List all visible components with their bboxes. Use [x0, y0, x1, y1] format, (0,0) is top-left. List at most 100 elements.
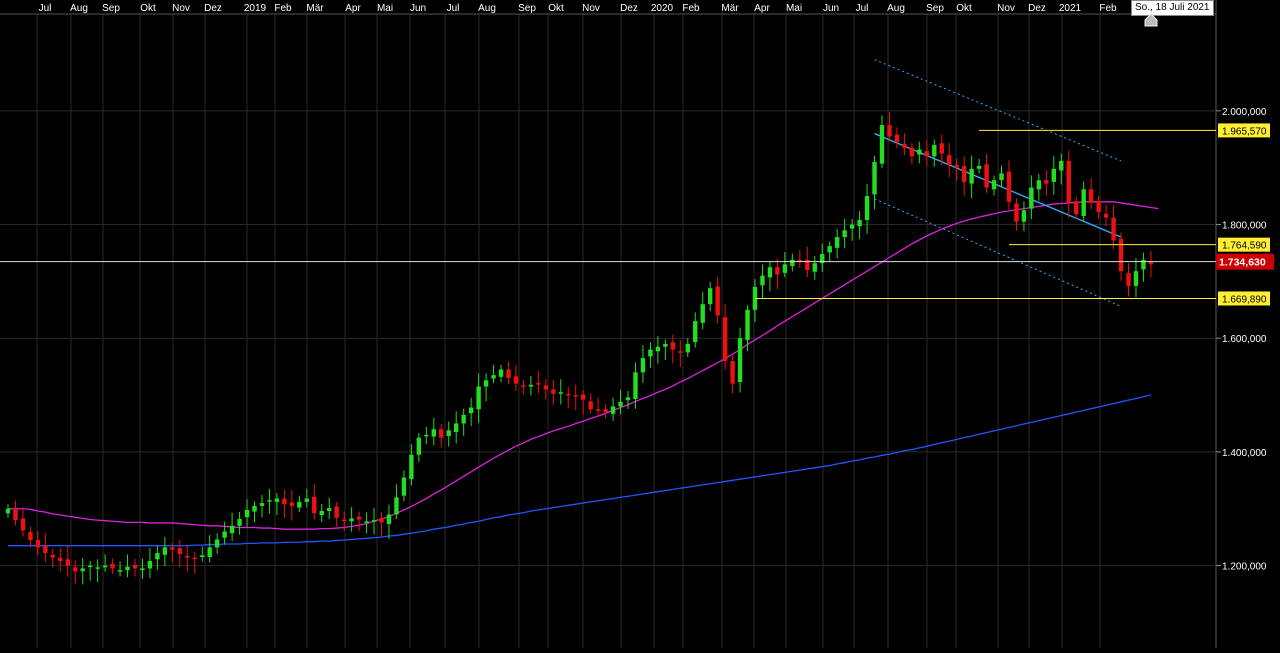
- candle-up: [633, 372, 638, 400]
- candle-down: [185, 555, 190, 558]
- x-tick-label: Feb: [1099, 3, 1117, 14]
- candle-down: [1126, 272, 1131, 286]
- x-tick-label: Sep: [102, 3, 120, 14]
- x-tick-label: Nov: [997, 3, 1015, 14]
- candle-up: [1059, 160, 1064, 171]
- x-tick-label: 2019: [244, 3, 267, 14]
- candle-up: [327, 508, 332, 512]
- candle-down: [984, 164, 989, 188]
- candle-up: [102, 565, 108, 568]
- home-icon[interactable]: [1144, 13, 1158, 27]
- y-tick-label: 2.000,000: [1222, 107, 1267, 118]
- candle-up: [424, 434, 429, 437]
- candle-up: [917, 149, 922, 155]
- x-tick-label: Okt: [548, 3, 564, 14]
- candle-up: [782, 264, 788, 273]
- candle-up: [610, 406, 616, 414]
- candle-up: [155, 553, 160, 560]
- candlestick-chart[interactable]: Jul Aug Sep Okt Nov Dez 2019 Feb Mär Apr Mai Jun Jul…: [0, 0, 1280, 648]
- candle-up: [991, 180, 997, 190]
- candle-up: [745, 309, 750, 340]
- candle-down: [1111, 217, 1116, 241]
- candle-up: [229, 525, 235, 534]
- candle-up: [655, 346, 661, 352]
- candle-up: [969, 168, 974, 184]
- candle-up: [5, 508, 11, 514]
- candle-down: [722, 317, 728, 361]
- x-tick-label: Jul: [856, 3, 869, 14]
- candle-down: [379, 518, 384, 523]
- candle-up: [214, 539, 220, 548]
- candle-down: [20, 518, 26, 531]
- x-tick-label: Nov: [582, 3, 600, 14]
- candle-down: [961, 165, 967, 182]
- candle-up: [244, 509, 250, 518]
- candle-up: [87, 565, 93, 568]
- candle-up: [834, 237, 840, 248]
- candle-up: [364, 521, 369, 523]
- candle-up: [409, 454, 414, 480]
- candle-up: [760, 275, 765, 286]
- candle-down: [1074, 201, 1079, 215]
- chart-canvas: Jul Aug Sep Okt Nov Dez 2019 Feb Mär Apr Mai Jun Jul…: [0, 0, 1280, 648]
- x-tick-label: Jul: [447, 3, 460, 14]
- candle-up: [319, 511, 324, 515]
- candle-up: [932, 144, 937, 157]
- candle-up: [117, 570, 123, 572]
- candle-up: [700, 304, 705, 323]
- candle-up: [857, 219, 862, 227]
- candle-down: [356, 516, 362, 520]
- candle-down: [588, 401, 593, 410]
- candle-up: [297, 501, 302, 508]
- candle-up: [267, 500, 272, 502]
- candle-down: [543, 385, 549, 390]
- x-tick-label: Apr: [345, 3, 361, 14]
- candle-up: [618, 401, 623, 407]
- candle-up: [200, 555, 205, 558]
- x-tick-label: Jun: [410, 3, 426, 14]
- x-tick-label: Aug: [70, 3, 88, 14]
- candle-down: [43, 545, 48, 554]
- x-tick-label: Mär: [721, 3, 739, 14]
- candle-up: [1133, 271, 1139, 286]
- y-tick-label: 1.600,000: [1222, 334, 1267, 345]
- candle-up: [790, 259, 795, 267]
- candle-up: [237, 518, 242, 526]
- candle-up: [872, 162, 877, 195]
- candle-up: [976, 165, 982, 169]
- candle-up: [737, 338, 743, 382]
- candle-up: [140, 568, 145, 571]
- candle-down: [289, 502, 295, 506]
- candle-up: [401, 477, 407, 496]
- candle-down: [1096, 201, 1101, 213]
- candle-down: [1006, 171, 1012, 202]
- candle-up: [476, 386, 481, 410]
- x-tick-label: Nov: [172, 3, 190, 14]
- x-tick-label: 2020: [651, 3, 674, 14]
- candle-up: [1051, 168, 1056, 182]
- candle-down: [58, 557, 63, 562]
- candle-up: [707, 288, 713, 305]
- candle-down: [28, 532, 33, 540]
- candle-down: [1066, 160, 1071, 203]
- candle-down: [1088, 189, 1094, 203]
- candle-up: [147, 561, 153, 569]
- x-tick-label: Mai: [377, 3, 393, 14]
- x-tick-label: Aug: [478, 3, 496, 14]
- candle-up: [162, 547, 168, 555]
- candle-up: [386, 514, 392, 525]
- candle-up: [461, 414, 466, 424]
- candle-up: [842, 230, 847, 238]
- candle-up: [252, 505, 257, 512]
- candle-up: [446, 430, 451, 436]
- candle-up: [468, 407, 474, 414]
- current-price-label: 1.734,630: [1219, 257, 1266, 269]
- candle-down: [334, 506, 339, 518]
- x-tick-label: Feb: [274, 3, 292, 14]
- y-tick-label: 1.800,000: [1222, 221, 1267, 232]
- candle-up: [767, 267, 773, 278]
- candle-down: [110, 563, 115, 569]
- candle-down: [573, 395, 578, 397]
- candle-down: [595, 409, 601, 411]
- x-tick-label: Jun: [823, 3, 839, 14]
